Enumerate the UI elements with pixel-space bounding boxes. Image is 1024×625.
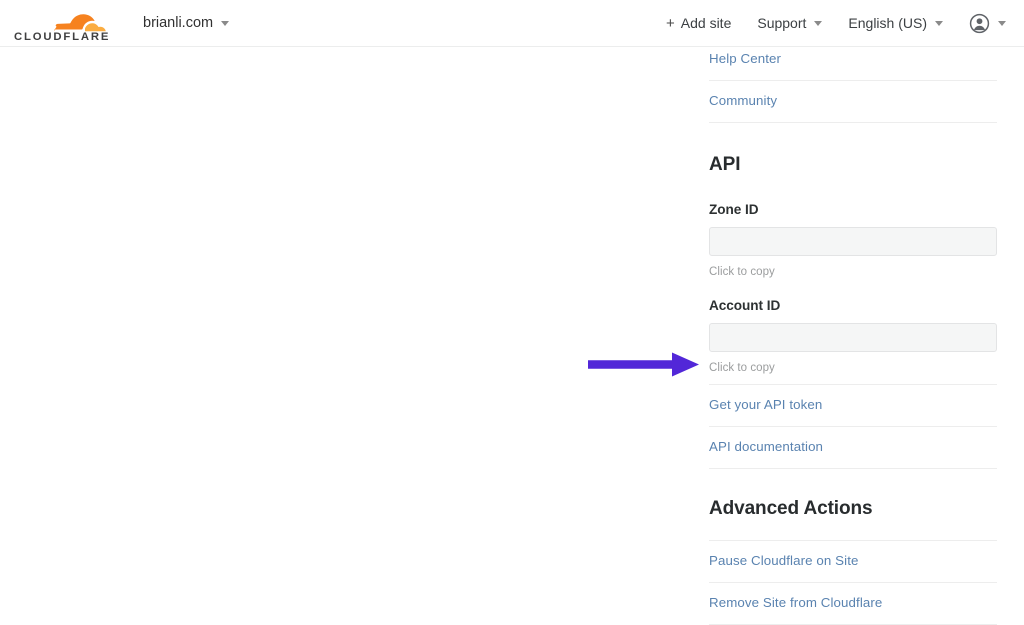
chevron-down-icon [935, 21, 943, 26]
add-site-label: Add site [681, 15, 732, 31]
get-api-token-link[interactable]: Get your API token [709, 397, 822, 413]
advanced-actions-title: Advanced Actions [709, 498, 872, 519]
zone-id-helper-wrap: Click to copy [709, 262, 997, 280]
account-id-label: Account ID [709, 298, 780, 313]
chevron-down-icon [221, 21, 229, 26]
chevron-down-icon [814, 21, 822, 26]
community-link[interactable]: Community [709, 93, 777, 109]
support-menu[interactable]: Support [757, 15, 822, 31]
zone-id-helper-text: Click to copy [709, 266, 775, 278]
pause-cloudflare-link[interactable]: Pause Cloudflare on Site [709, 553, 859, 569]
language-label: English (US) [848, 15, 927, 31]
cloudflare-cloud-logo: CLOUDFLARE [12, 4, 110, 42]
api-title: API [709, 154, 740, 175]
account-id-input[interactable] [709, 323, 997, 352]
site-selector[interactable]: brianli.com [143, 15, 229, 31]
help-center-link[interactable]: Help Center [709, 51, 781, 67]
annotation-arrow [588, 352, 700, 377]
zone-id-input[interactable] [709, 227, 997, 256]
link-row-community[interactable]: Community [709, 81, 997, 123]
arrow-right-icon [588, 352, 700, 377]
settings-panel: Help Center Community API Zone ID Click … [709, 47, 997, 625]
user-avatar-icon [969, 13, 990, 34]
plus-icon: + [666, 16, 675, 31]
link-row-get-api-token[interactable]: Get your API token [709, 384, 997, 427]
zone-id-label: Zone ID [709, 202, 759, 217]
section-spacer-advanced [709, 469, 997, 498]
advanced-section-heading: Advanced Actions [709, 498, 997, 520]
account-id-helper-wrap: Click to copy [709, 358, 997, 376]
chevron-down-icon [998, 21, 1006, 26]
support-label: Support [757, 15, 806, 31]
remove-site-link[interactable]: Remove Site from Cloudflare [709, 595, 882, 611]
site-selector-label: brianli.com [143, 15, 213, 31]
link-row-help-center[interactable]: Help Center [709, 47, 997, 81]
account-menu[interactable] [969, 13, 1006, 34]
account-id-label-wrap: Account ID [709, 297, 997, 315]
link-row-api-documentation[interactable]: API documentation [709, 427, 997, 469]
section-spacer-api [709, 123, 997, 154]
language-menu[interactable]: English (US) [848, 15, 943, 31]
header-left-group: CLOUDFLARE brianli.com [0, 4, 229, 42]
svg-text:CLOUDFLARE: CLOUDFLARE [14, 31, 110, 42]
app-header: CLOUDFLARE brianli.com + Add site Suppor… [0, 0, 1024, 47]
cloudflare-logo[interactable]: CLOUDFLARE [12, 4, 110, 42]
link-row-remove-site[interactable]: Remove Site from Cloudflare [709, 583, 997, 625]
header-right-group: + Add site Support English (US) [666, 13, 1024, 34]
api-documentation-link[interactable]: API documentation [709, 439, 823, 455]
account-id-helper-text: Click to copy [709, 362, 775, 374]
api-section-heading: API [709, 154, 997, 176]
zone-id-label-wrap: Zone ID [709, 201, 997, 219]
add-site-button[interactable]: + Add site [666, 15, 731, 31]
